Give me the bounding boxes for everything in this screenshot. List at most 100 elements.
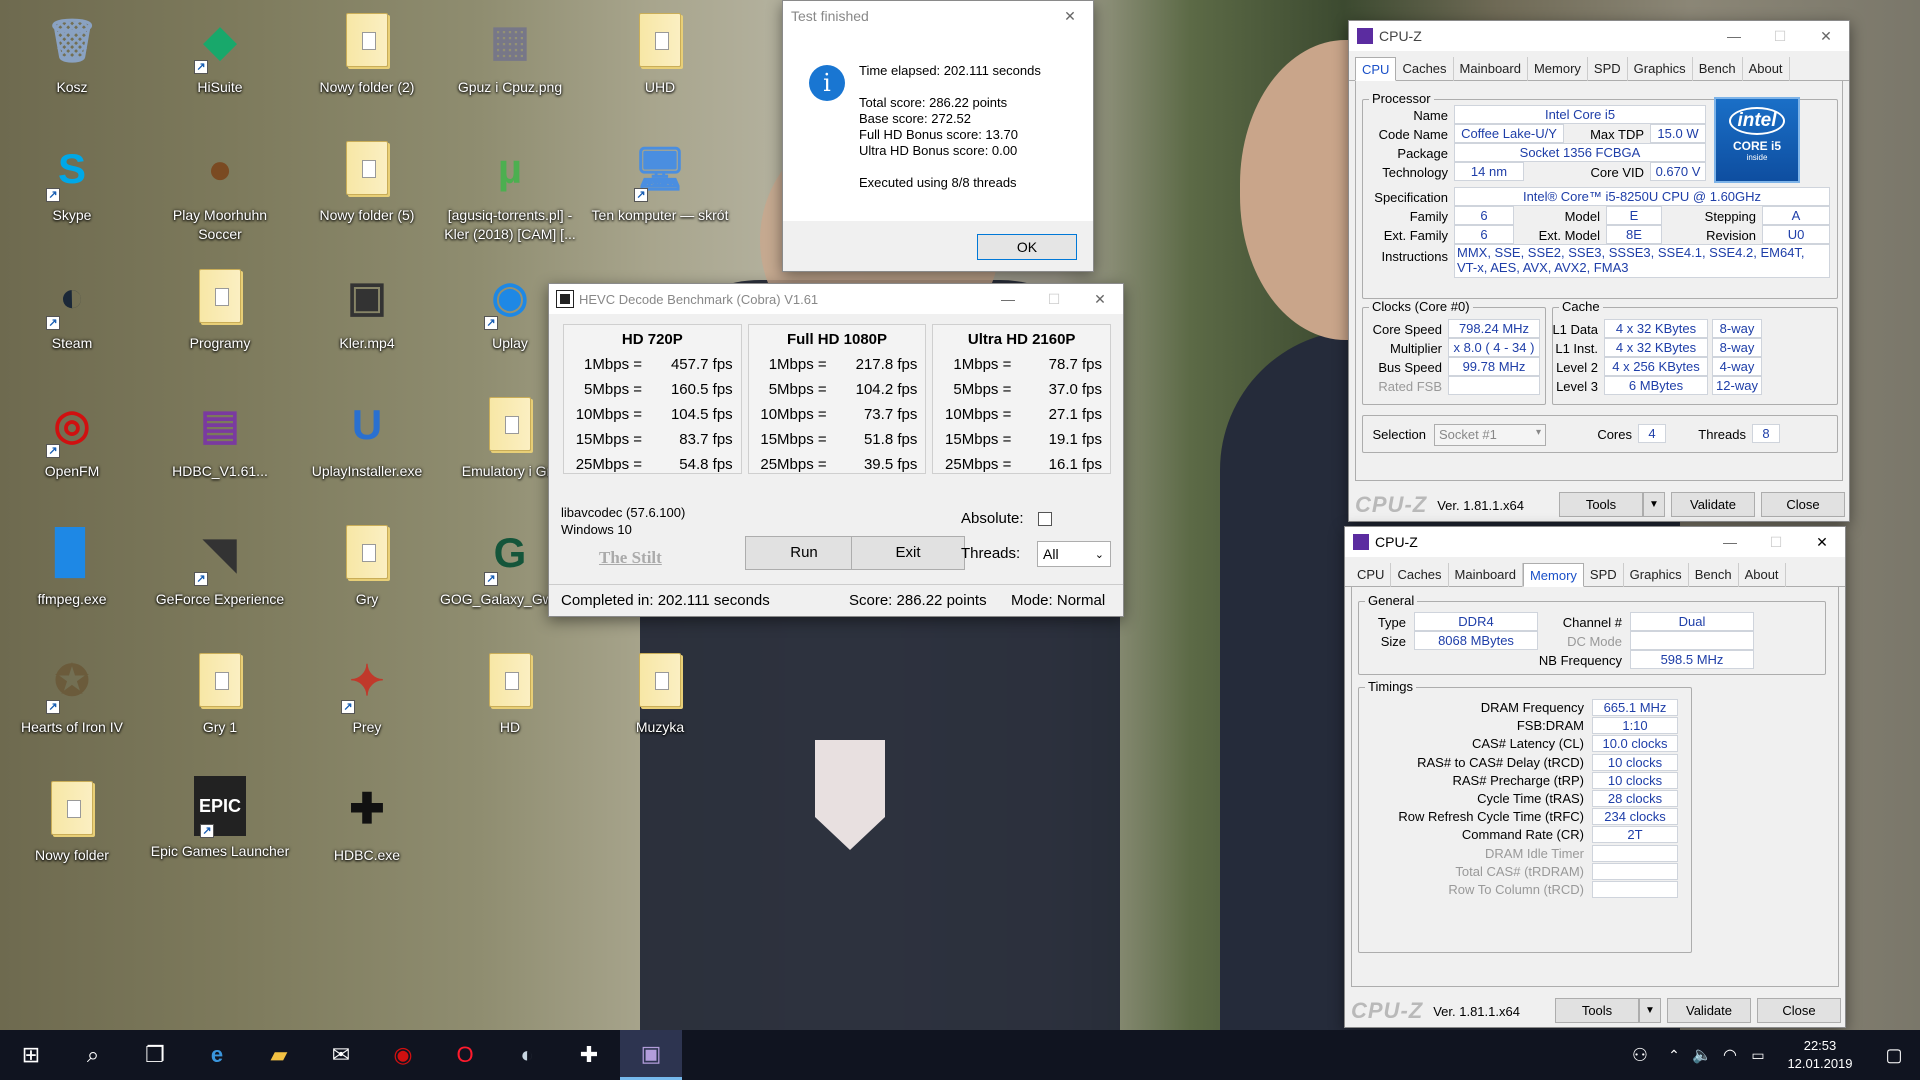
hevc-titlebar[interactable]: HEVC Decode Benchmark (Cobra) V1.61 — ☐ … bbox=[549, 284, 1123, 314]
desktop-icon[interactable]: Gry 1 bbox=[150, 640, 290, 768]
cpuz-titlebar[interactable]: CPU-Z — ☐ ✕ bbox=[1349, 21, 1849, 51]
tools-dropdown-icon[interactable]: ▼ bbox=[1643, 492, 1665, 517]
tab-caches[interactable]: Caches bbox=[1391, 563, 1449, 587]
desktop-icon[interactable]: µ [agusiq-torrents.pl] - Kler (2018) [CAM… bbox=[440, 128, 580, 256]
close-icon[interactable]: ✕ bbox=[1047, 1, 1093, 31]
task-view-icon[interactable]: ❐ bbox=[124, 1030, 186, 1080]
close-icon[interactable]: ✕ bbox=[1799, 527, 1845, 557]
desktop-icon[interactable]: Muzyka bbox=[590, 640, 730, 768]
absolute-checkbox[interactable] bbox=[1038, 512, 1052, 526]
tab-memory[interactable]: Memory bbox=[1528, 57, 1588, 81]
threads-select[interactable]: All ⌄ bbox=[1037, 541, 1111, 567]
desktop-icon[interactable]: Nowy folder (2) bbox=[297, 0, 437, 128]
desktop-icon[interactable]: Programy bbox=[150, 256, 290, 384]
tools-dropdown-icon[interactable]: ▼ bbox=[1639, 998, 1661, 1023]
tab-bench[interactable]: Bench bbox=[1689, 563, 1739, 587]
cpuz-tabs: CPU Caches Mainboard Memory SPD Graphics Bench… bbox=[1349, 51, 1849, 81]
close-button[interactable]: Close bbox=[1757, 998, 1841, 1023]
shortcut-arrow-icon: ↗ bbox=[194, 60, 208, 74]
desktop-icon[interactable]: ✚ HDBC.exe bbox=[297, 768, 437, 896]
battery-icon[interactable]: ▭ bbox=[1744, 1030, 1772, 1080]
volume-icon[interactable]: 🔈 bbox=[1688, 1030, 1716, 1080]
tab-cpu[interactable]: CPU bbox=[1351, 563, 1392, 587]
tab-mainboard[interactable]: Mainboard bbox=[1449, 563, 1523, 587]
notifications-icon[interactable]: ▢ bbox=[1868, 1030, 1920, 1080]
opera-icon[interactable]: O bbox=[434, 1030, 496, 1080]
close-icon[interactable]: ✕ bbox=[1803, 21, 1849, 51]
run-button[interactable]: Run bbox=[745, 536, 863, 570]
minimize-icon[interactable]: — bbox=[985, 284, 1031, 314]
timing-row: Cycle Time (tRAS) 28 clocks bbox=[1352, 789, 1692, 808]
minimize-icon[interactable]: — bbox=[1707, 527, 1753, 557]
tab-about[interactable]: About bbox=[1743, 57, 1790, 81]
selection-value: Socket #1 bbox=[1439, 427, 1497, 442]
desktop-icon[interactable]: ◥ ↗ GeForce Experience bbox=[150, 512, 290, 640]
bitrate-row: 10Mbps = 73.7 fps bbox=[749, 402, 926, 427]
desktop-icon[interactable]: ✦ ↗ Prey bbox=[297, 640, 437, 768]
desktop-icon[interactable]: Nowy folder bbox=[2, 768, 142, 896]
people-icon[interactable]: ⚇ bbox=[1620, 1030, 1660, 1080]
minimize-icon[interactable]: — bbox=[1711, 21, 1757, 51]
validate-button[interactable]: Validate bbox=[1667, 998, 1751, 1023]
maximize-icon[interactable]: ☐ bbox=[1757, 21, 1803, 51]
validate-button[interactable]: Validate bbox=[1671, 492, 1755, 517]
desktop-icon[interactable]: Nowy folder (5) bbox=[297, 128, 437, 256]
tab-spd[interactable]: SPD bbox=[1588, 57, 1628, 81]
steam-icon[interactable]: ◐ bbox=[496, 1030, 558, 1080]
tools-button[interactable]: Tools bbox=[1555, 998, 1639, 1023]
clock[interactable]: 22:53 12.01.2019 bbox=[1772, 1037, 1868, 1073]
desktop-icon[interactable]: U UplayInstaller.exe bbox=[297, 384, 437, 512]
ok-button[interactable]: OK bbox=[977, 234, 1077, 260]
search-icon[interactable]: ⌕ bbox=[62, 1030, 124, 1080]
desktop-icon[interactable]: Gry bbox=[297, 512, 437, 640]
tab-about[interactable]: About bbox=[1739, 563, 1786, 587]
maximize-icon[interactable]: ☐ bbox=[1031, 284, 1077, 314]
tab-graphics[interactable]: Graphics bbox=[1628, 57, 1693, 81]
cpuz-taskbar-icon[interactable]: ▣ bbox=[620, 1030, 682, 1080]
tab-cpu[interactable]: CPU bbox=[1355, 57, 1397, 81]
nbfrequency-value: 598.5 MHz bbox=[1630, 650, 1754, 669]
windows-start-icon[interactable]: ⊞ bbox=[0, 1030, 62, 1080]
mail-icon[interactable]: ✉ bbox=[310, 1030, 372, 1080]
selection-select[interactable]: Socket #1 ▾ bbox=[1434, 424, 1546, 446]
desktop-icon[interactable]: ▦ Gpuz i Cpuz.png bbox=[440, 0, 580, 128]
tab-graphics[interactable]: Graphics bbox=[1624, 563, 1689, 587]
hdbc-icon[interactable]: ✚ bbox=[558, 1030, 620, 1080]
fps-value: 217.8 fps bbox=[855, 356, 918, 373]
dialog-titlebar[interactable]: Test finished ✕ bbox=[783, 1, 1093, 31]
desktop-icon[interactable]: ◆ ↗ HiSuite bbox=[150, 0, 290, 128]
desktop-icon[interactable]: ● Play Moorhuhn Soccer bbox=[150, 128, 290, 256]
tab-bench[interactable]: Bench bbox=[1693, 57, 1743, 81]
desktop-icon[interactable]: HD bbox=[440, 640, 580, 768]
desktop-icon[interactable]: 🗑 Kosz bbox=[2, 0, 142, 128]
tab-caches[interactable]: Caches bbox=[1396, 57, 1454, 81]
tab-spd[interactable]: SPD bbox=[1584, 563, 1624, 587]
edge-icon[interactable]: e bbox=[186, 1030, 248, 1080]
desktop-icon[interactable]: 🖥 ↗ Ten komputer — skrót bbox=[590, 128, 730, 256]
desktop-icon[interactable]: ◎ ↗ OpenFM bbox=[2, 384, 142, 512]
file-explorer-icon[interactable]: ▰ bbox=[248, 1030, 310, 1080]
desktop-icon[interactable]: ▉ ffmpeg.exe bbox=[2, 512, 142, 640]
desktop-icon[interactable]: ✪ ↗ Hearts of Iron IV bbox=[2, 640, 142, 768]
wifi-icon[interactable]: ◠ bbox=[1716, 1030, 1744, 1080]
desktop-icon[interactable]: EPIC ↗ Epic Games Launcher bbox=[150, 768, 290, 896]
close-button[interactable]: Close bbox=[1761, 492, 1845, 517]
desktop-icon[interactable]: ▤ HDBC_V1.61... bbox=[150, 384, 290, 512]
close-icon[interactable]: ✕ bbox=[1077, 284, 1123, 314]
exit-button[interactable]: Exit bbox=[851, 536, 965, 570]
tab-memory[interactable]: Memory bbox=[1522, 563, 1584, 587]
the-stilt-link[interactable]: The Stilt bbox=[599, 548, 662, 568]
openfm-icon[interactable]: ◉ bbox=[372, 1030, 434, 1080]
desktop-icon[interactable]: UHD bbox=[590, 0, 730, 128]
maximize-icon[interactable]: ☐ bbox=[1753, 527, 1799, 557]
folder-shape bbox=[199, 653, 241, 707]
tools-button[interactable]: Tools bbox=[1559, 492, 1643, 517]
timing-label: Command Rate (CR) bbox=[1461, 827, 1584, 843]
chevron-up-icon[interactable]: ⌃ bbox=[1660, 1030, 1688, 1080]
cpuz-titlebar[interactable]: CPU-Z — ☐ ✕ bbox=[1345, 527, 1845, 557]
desktop-icon[interactable]: S ↗ Skype bbox=[2, 128, 142, 256]
tab-mainboard[interactable]: Mainboard bbox=[1454, 57, 1528, 81]
desktop-icon-label: Prey bbox=[352, 719, 382, 735]
desktop-icon[interactable]: ▣ Kler.mp4 bbox=[297, 256, 437, 384]
desktop-icon[interactable]: ◐ ↗ Steam bbox=[2, 256, 142, 384]
